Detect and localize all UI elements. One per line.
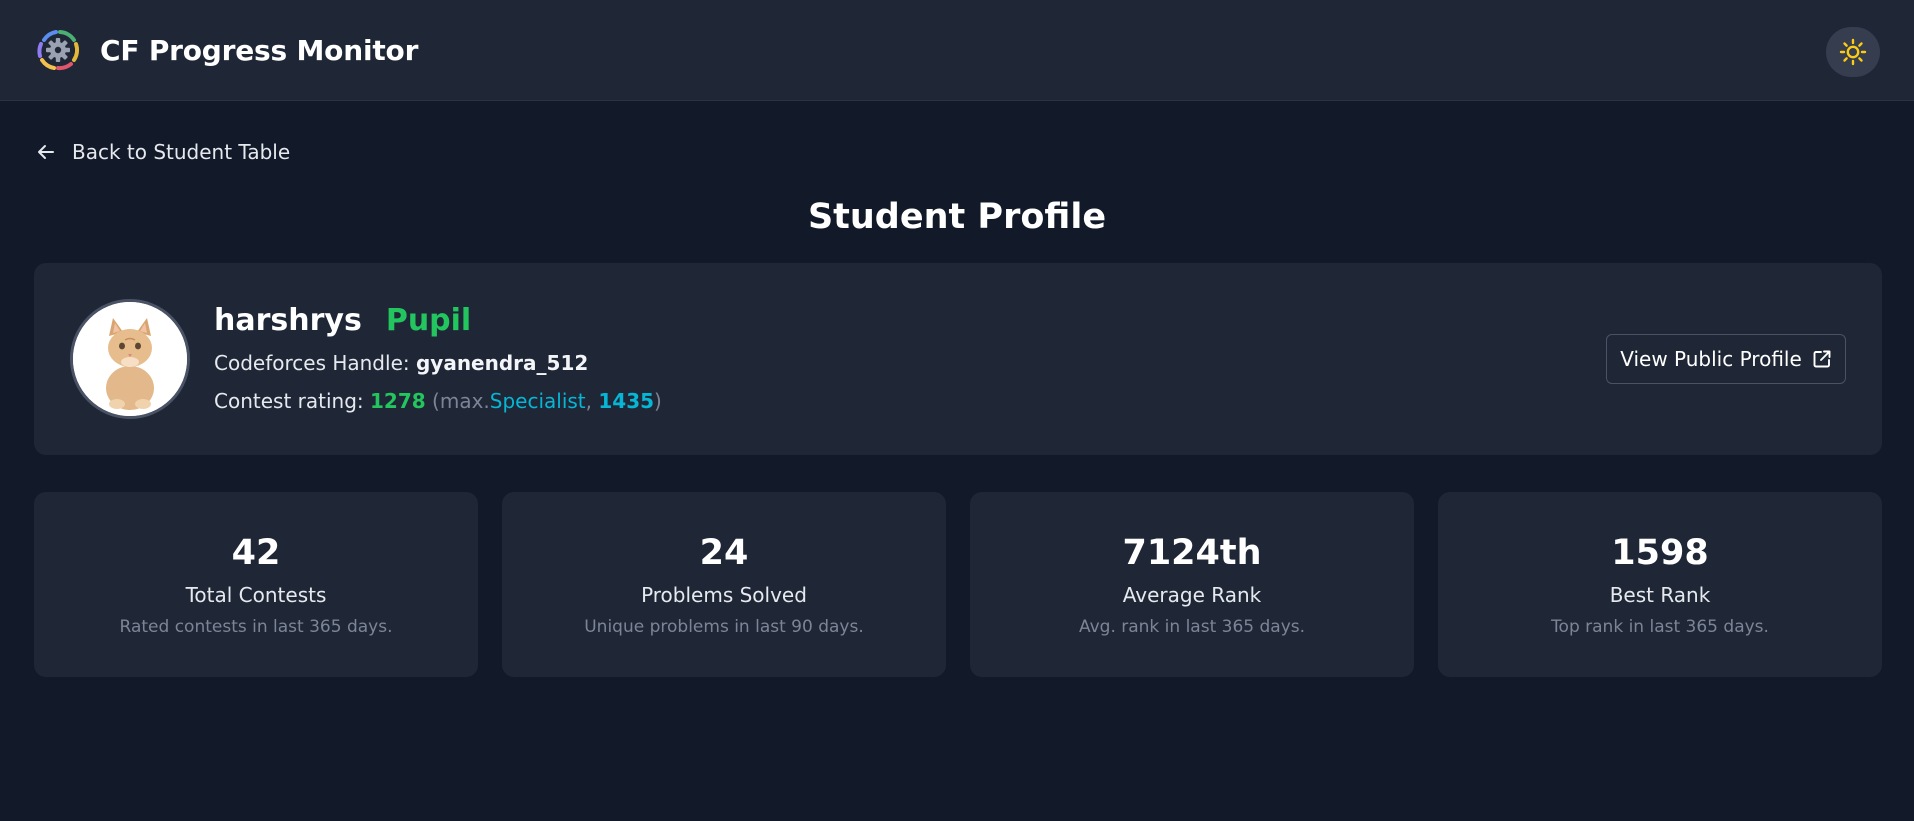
handle-value: gyanendra_512 xyxy=(415,351,589,375)
brand[interactable]: CF Progress Monitor xyxy=(34,26,418,74)
stats-grid: 42 Total Contests Rated contests in last… xyxy=(34,492,1882,677)
max-separator: , xyxy=(585,389,593,413)
profile-info: harshrys Pupil Codeforces Handle: gyanen… xyxy=(214,303,662,413)
max-close: ) xyxy=(654,389,662,413)
student-rank-badge: Pupil xyxy=(385,303,472,338)
app-header: CF Progress Monitor xyxy=(0,0,1914,101)
back-link-label: Back to Student Table xyxy=(72,140,291,164)
stat-card-best-rank: 1598 Best Rank Top rank in last 365 days… xyxy=(1438,492,1882,677)
rating-value: 1278 xyxy=(370,389,426,413)
avatar xyxy=(70,299,190,419)
stat-card-average-rank: 7124th Average Rank Avg. rank in last 36… xyxy=(970,492,1414,677)
stat-description: Unique problems in last 90 days. xyxy=(584,617,864,637)
profile-card: harshrys Pupil Codeforces Handle: gyanen… xyxy=(34,263,1882,455)
stat-value: 42 xyxy=(231,533,281,573)
view-public-profile-label: View Public Profile xyxy=(1620,347,1802,371)
max-rating-value: 1435 xyxy=(598,389,655,413)
sun-icon xyxy=(1839,38,1867,66)
stat-label: Average Rank xyxy=(1122,583,1262,607)
rating-row: Contest rating: 1278 (max.Specialist, 14… xyxy=(214,389,662,413)
max-rank: Specialist xyxy=(489,389,586,413)
view-public-profile-button[interactable]: View Public Profile xyxy=(1606,334,1846,384)
stat-label: Problems Solved xyxy=(641,583,807,607)
student-name: harshrys xyxy=(214,303,362,338)
stat-description: Avg. rank in last 365 days. xyxy=(1078,617,1306,637)
gear-ring-logo-icon xyxy=(37,30,80,71)
stat-card-problems-solved: 24 Problems Solved Unique problems in la… xyxy=(502,492,946,677)
stat-label: Best Rank xyxy=(1609,583,1711,607)
handle-label: Codeforces Handle: xyxy=(214,351,410,375)
stat-description: Rated contests in last 365 days. xyxy=(119,617,393,637)
arrow-left-icon xyxy=(38,145,54,159)
stat-card-total-contests: 42 Total Contests Rated contests in last… xyxy=(34,492,478,677)
handle-row: Codeforces Handle: gyanendra_512 xyxy=(214,351,662,375)
name-row: harshrys Pupil xyxy=(214,303,662,345)
back-to-table-link[interactable]: Back to Student Table xyxy=(36,140,290,164)
app-title: CF Progress Monitor xyxy=(100,33,419,67)
theme-toggle-button[interactable] xyxy=(1826,27,1880,77)
stat-value: 24 xyxy=(699,533,749,573)
page-title: Student Profile xyxy=(807,197,1107,237)
stat-label: Total Contests xyxy=(185,583,327,607)
kitten-avatar-image xyxy=(73,302,187,416)
stat-description: Top rank in last 365 days. xyxy=(1551,617,1769,637)
stat-value: 1598 xyxy=(1611,533,1709,573)
stat-value: 7124th xyxy=(1122,533,1262,573)
rating-label: Contest rating: xyxy=(214,389,364,413)
external-link-icon xyxy=(1813,350,1831,368)
max-open: (max. xyxy=(432,389,490,413)
